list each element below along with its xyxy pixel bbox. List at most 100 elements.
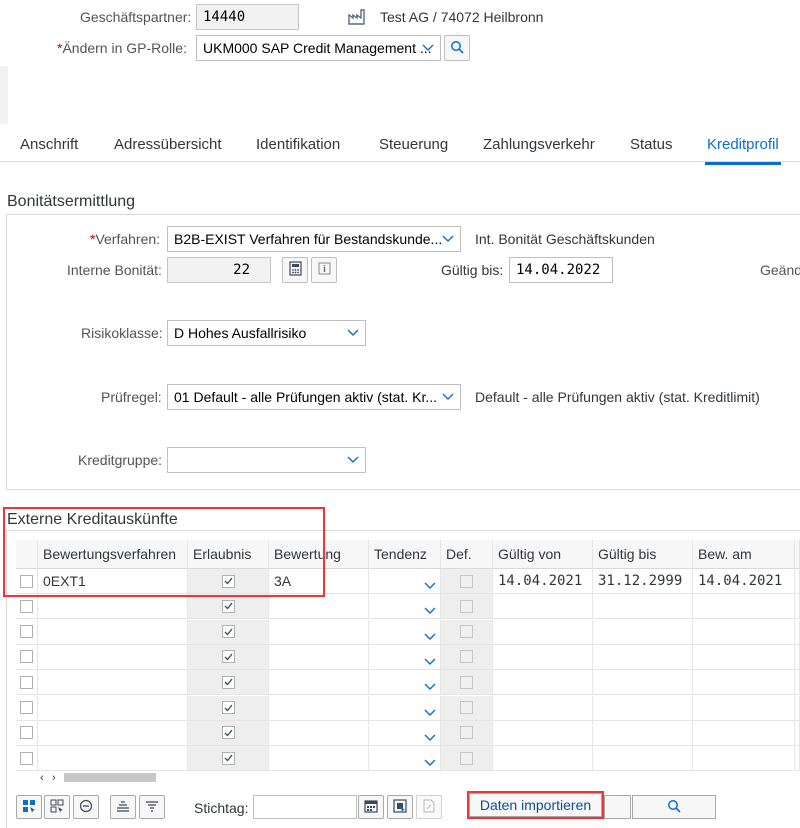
- cell-bewertung[interactable]: [269, 619, 369, 645]
- tendenz-select[interactable]: [369, 619, 441, 645]
- tendenz-select[interactable]: [369, 746, 441, 772]
- gueltig-field[interactable]: 14.04.2022: [509, 257, 613, 283]
- tendenz-select[interactable]: [369, 569, 441, 594]
- gruppe-select[interactable]: [167, 447, 366, 473]
- filter-button[interactable]: [139, 795, 165, 819]
- cell-bis[interactable]: [593, 720, 693, 746]
- cell-von[interactable]: [493, 720, 593, 746]
- row-selector[interactable]: [16, 594, 38, 620]
- cell-am[interactable]: [693, 644, 795, 670]
- cell-von[interactable]: [493, 670, 593, 696]
- tab-status[interactable]: Status: [630, 136, 673, 153]
- erlaubnis-checkbox[interactable]: [221, 701, 235, 714]
- cell-am[interactable]: [693, 619, 795, 645]
- risiko-select[interactable]: D Hohes Ausfallrisiko: [167, 320, 366, 346]
- cell-verfahren[interactable]: [38, 695, 188, 721]
- erlaubnis-checkbox[interactable]: [221, 650, 235, 664]
- role-search-button[interactable]: [444, 35, 470, 61]
- row-selector[interactable]: [16, 619, 38, 645]
- sort-ascending-button[interactable]: [110, 795, 136, 819]
- tab-adressuebersicht[interactable]: Adressübersicht: [114, 136, 222, 153]
- erlaubnis-checkbox[interactable]: [221, 675, 235, 689]
- row-select-checkbox[interactable]: [20, 625, 33, 639]
- col-gueltig-von[interactable]: Gültig von: [493, 540, 593, 569]
- info-button[interactable]: [311, 257, 337, 283]
- col-bew-am[interactable]: Bew. am: [693, 540, 795, 569]
- cell-am[interactable]: [693, 720, 795, 746]
- cell-von[interactable]: 14.04.2021: [493, 569, 593, 594]
- import-extra-button[interactable]: [604, 795, 631, 819]
- cell-bewertung[interactable]: [269, 670, 369, 696]
- tab-identifikation[interactable]: Identifikation: [256, 136, 340, 153]
- horizontal-scrollbar-thumb[interactable]: [64, 773, 156, 782]
- calculate-button[interactable]: [282, 257, 308, 283]
- cell-verfahren[interactable]: [38, 670, 188, 696]
- select-date-button[interactable]: [387, 795, 413, 819]
- search-button[interactable]: [632, 795, 716, 819]
- row-select-checkbox[interactable]: [20, 599, 33, 613]
- cell-bis[interactable]: [593, 594, 693, 620]
- delete-row-button[interactable]: [73, 795, 99, 819]
- role-select[interactable]: UKM000 SAP Credit Management ...: [196, 35, 441, 61]
- tab-steuerung[interactable]: Steuerung: [379, 136, 448, 153]
- cell-bewertung[interactable]: [269, 720, 369, 746]
- stichtag-field[interactable]: [253, 795, 357, 819]
- cell-verfahren[interactable]: [38, 644, 188, 670]
- cell-von[interactable]: [493, 746, 593, 772]
- cell-bewertung[interactable]: [269, 644, 369, 670]
- deselect-all-button[interactable]: [44, 795, 70, 819]
- calendar-button[interactable]: [358, 795, 384, 819]
- cell-am[interactable]: [693, 670, 795, 696]
- scroll-right-arrow[interactable]: ›: [52, 772, 56, 784]
- row-select-checkbox[interactable]: [20, 650, 33, 664]
- row-select-checkbox[interactable]: [20, 751, 33, 765]
- row-selector[interactable]: [16, 746, 38, 772]
- cell-bewertung[interactable]: [269, 695, 369, 721]
- cell-bewertung[interactable]: [269, 594, 369, 620]
- tab-zahlungsverkehr[interactable]: Zahlungsverkehr: [483, 136, 595, 153]
- row-select-checkbox[interactable]: [20, 726, 33, 740]
- verfahren-select[interactable]: B2B-EXIST Verfahren für Bestandskunde...: [167, 226, 461, 252]
- cell-bis[interactable]: [593, 670, 693, 696]
- row-selector[interactable]: [16, 644, 38, 670]
- tab-kreditprofil[interactable]: Kreditprofil: [705, 136, 781, 165]
- cell-bewertung[interactable]: [269, 746, 369, 772]
- cell-verfahren[interactable]: [38, 746, 188, 772]
- cell-verfahren[interactable]: [38, 720, 188, 746]
- cell-von[interactable]: [493, 594, 593, 620]
- cell-bis[interactable]: [593, 619, 693, 645]
- tendenz-select[interactable]: [369, 670, 441, 696]
- col-def[interactable]: Def.: [441, 540, 493, 569]
- cell-bis[interactable]: [593, 695, 693, 721]
- cell-am[interactable]: 14.04.2021: [693, 569, 795, 594]
- tendenz-select[interactable]: [369, 720, 441, 746]
- cell-bis[interactable]: [593, 746, 693, 772]
- row-selector[interactable]: [16, 695, 38, 721]
- cell-verfahren[interactable]: [38, 594, 188, 620]
- erlaubnis-checkbox[interactable]: [221, 599, 235, 613]
- tendenz-select[interactable]: [369, 594, 441, 620]
- cell-von[interactable]: [493, 695, 593, 721]
- tendenz-select[interactable]: [369, 695, 441, 721]
- row-select-checkbox[interactable]: [20, 701, 33, 714]
- erlaubnis-checkbox[interactable]: [221, 726, 235, 740]
- tendenz-select[interactable]: [369, 644, 441, 670]
- cell-verfahren[interactable]: [38, 619, 188, 645]
- cell-am[interactable]: [693, 695, 795, 721]
- cell-von[interactable]: [493, 644, 593, 670]
- cell-bis[interactable]: [593, 644, 693, 670]
- row-selector[interactable]: [16, 670, 38, 696]
- erlaubnis-checkbox[interactable]: [221, 751, 235, 765]
- col-gueltig-bis[interactable]: Gültig bis: [593, 540, 693, 569]
- cell-am[interactable]: [693, 594, 795, 620]
- col-tendenz[interactable]: Tendenz: [369, 540, 441, 569]
- tab-anschrift[interactable]: Anschrift: [20, 136, 78, 153]
- cell-am[interactable]: [693, 746, 795, 772]
- pruef-select[interactable]: 01 Default - alle Prüfungen aktiv (stat.…: [167, 384, 461, 410]
- erlaubnis-checkbox[interactable]: [221, 625, 235, 639]
- cell-bis[interactable]: 31.12.2999: [593, 569, 693, 594]
- scroll-left-arrow[interactable]: ‹: [40, 772, 44, 784]
- import-data-button[interactable]: Daten importieren: [469, 793, 602, 817]
- cell-von[interactable]: [493, 619, 593, 645]
- select-all-button[interactable]: [16, 795, 42, 819]
